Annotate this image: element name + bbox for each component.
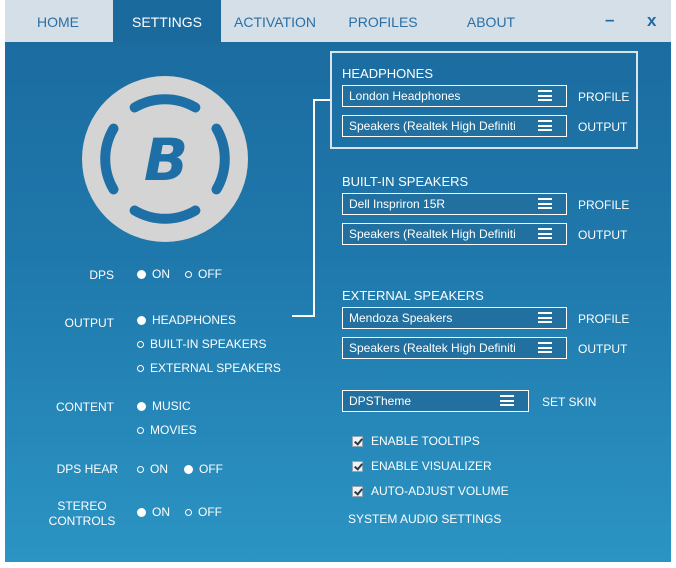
dropdown-value: DPSTheme (349, 394, 412, 408)
radio-selected-icon (137, 401, 146, 411)
checkbox-label: ENABLE TOOLTIPS (371, 434, 480, 448)
dps-on-label: ON (152, 267, 170, 281)
close-button[interactable]: x (647, 11, 656, 31)
radio-empty-icon (185, 270, 192, 278)
logo-letter: B (144, 126, 188, 194)
dropdown-value: Speakers (Realtek High Definiti (349, 341, 516, 355)
content-movies-radio[interactable]: MOVIES (137, 423, 197, 437)
checkbox-checked-icon (352, 435, 363, 447)
menu-icon (538, 90, 552, 101)
minimize-button[interactable]: – (605, 10, 614, 30)
headphones-output-dropdown[interactable]: Speakers (Realtek High Definiti (342, 115, 567, 137)
menu-icon (538, 198, 552, 209)
app-logo: B (82, 76, 248, 242)
radio-empty-icon (185, 508, 192, 516)
radio-empty-icon (137, 465, 144, 473)
headphones-title: HEADPHONES (342, 66, 434, 81)
checkbox-label: AUTO-ADJUST VOLUME (371, 484, 509, 498)
dps-off-radio[interactable]: OFF (185, 267, 222, 281)
content-label: CONTENT (56, 400, 114, 414)
builtin-title: BUILT-IN SPEAKERS (342, 174, 469, 189)
dps-off-label: OFF (198, 267, 222, 281)
external-profile-label: PROFILE (578, 312, 630, 326)
dps-on-radio[interactable]: ON (137, 267, 170, 281)
checkbox-checked-icon (352, 460, 363, 472)
set-skin-label: SET SKIN (542, 395, 597, 409)
stereo-off-radio[interactable]: OFF (185, 505, 222, 519)
skin-dropdown[interactable]: DPSTheme (342, 390, 529, 412)
radio-empty-icon (137, 364, 144, 372)
dropdown-value: Dell Inspriron 15R (349, 197, 446, 211)
dps-hear-off-label: OFF (199, 462, 223, 476)
builtin-profile-label: PROFILE (578, 198, 630, 212)
external-output-dropdown[interactable]: Speakers (Realtek High Definiti (342, 337, 567, 359)
radio-empty-icon (137, 426, 144, 434)
connector-line (292, 99, 330, 317)
auto-adjust-volume-checkbox[interactable]: AUTO-ADJUST VOLUME (352, 484, 509, 498)
builtin-output-dropdown[interactable]: Speakers (Realtek High Definiti (342, 223, 567, 245)
tab-profiles[interactable]: PROFILES (329, 0, 437, 42)
content-music-label: MUSIC (152, 399, 191, 413)
output-external-radio[interactable]: EXTERNAL SPEAKERS (137, 361, 281, 375)
enable-tooltips-checkbox[interactable]: ENABLE TOOLTIPS (352, 434, 480, 448)
dropdown-value: Mendoza Speakers (349, 311, 453, 325)
stereo-controls-label: STEREO CONTROLS (38, 499, 126, 529)
output-external-label: EXTERNAL SPEAKERS (150, 361, 281, 375)
headphones-output-label: OUTPUT (578, 120, 628, 134)
radio-selected-icon (137, 507, 146, 517)
dps-hear-off-radio[interactable]: OFF (184, 462, 223, 476)
external-title: EXTERNAL SPEAKERS (342, 288, 484, 303)
radio-selected-icon (137, 315, 146, 325)
menu-icon (538, 342, 552, 353)
output-headphones-label: HEADPHONES (152, 313, 237, 327)
stereo-label-line2: CONTROLS (48, 514, 116, 528)
content-music-radio[interactable]: MUSIC (137, 399, 191, 413)
external-profile-dropdown[interactable]: Mendoza Speakers (342, 307, 567, 329)
stereo-off-label: OFF (198, 505, 222, 519)
enable-visualizer-checkbox[interactable]: ENABLE VISUALIZER (352, 459, 492, 473)
tab-settings[interactable]: SETTINGS (113, 0, 221, 42)
radio-selected-icon (184, 464, 193, 474)
dps-hear-on-label: ON (150, 462, 168, 476)
radio-empty-icon (137, 340, 144, 348)
dps-label: DPS (89, 268, 114, 282)
checkbox-checked-icon (352, 485, 363, 497)
menu-icon (538, 312, 552, 323)
dps-hear-on-radio[interactable]: ON (137, 462, 168, 476)
stereo-label-line1: STEREO (57, 499, 107, 513)
headphones-profile-label: PROFILE (578, 90, 630, 104)
content-movies-label: MOVIES (150, 423, 197, 437)
headphones-profile-dropdown[interactable]: London Headphones (342, 85, 567, 107)
output-headphones-radio[interactable]: HEADPHONES (137, 313, 236, 327)
system-audio-settings-link[interactable]: SYSTEM AUDIO SETTINGS (348, 512, 501, 526)
builtin-output-label: OUTPUT (578, 228, 628, 242)
menu-icon (500, 395, 514, 406)
dropdown-value: Speakers (Realtek High Definiti (349, 227, 516, 241)
menu-icon (538, 120, 552, 131)
output-builtin-label: BUILT-IN SPEAKERS (150, 337, 267, 351)
tab-activation[interactable]: ACTIVATION (221, 0, 329, 42)
output-label: OUTPUT (64, 316, 114, 330)
checkbox-label: ENABLE VISUALIZER (371, 459, 492, 473)
external-output-label: OUTPUT (578, 342, 628, 356)
tab-about[interactable]: ABOUT (437, 0, 545, 42)
dropdown-value: Speakers (Realtek High Definiti (349, 119, 516, 133)
menu-icon (538, 228, 552, 239)
builtin-profile-dropdown[interactable]: Dell Inspriron 15R (342, 193, 567, 215)
output-builtin-radio[interactable]: BUILT-IN SPEAKERS (137, 337, 266, 351)
dps-hear-label: DPS HEAR (56, 462, 118, 476)
stereo-on-radio[interactable]: ON (137, 505, 170, 519)
stereo-on-label: ON (152, 505, 170, 519)
tab-home[interactable]: HOME (5, 0, 111, 42)
dropdown-value: London Headphones (349, 89, 461, 103)
radio-selected-icon (137, 269, 146, 279)
